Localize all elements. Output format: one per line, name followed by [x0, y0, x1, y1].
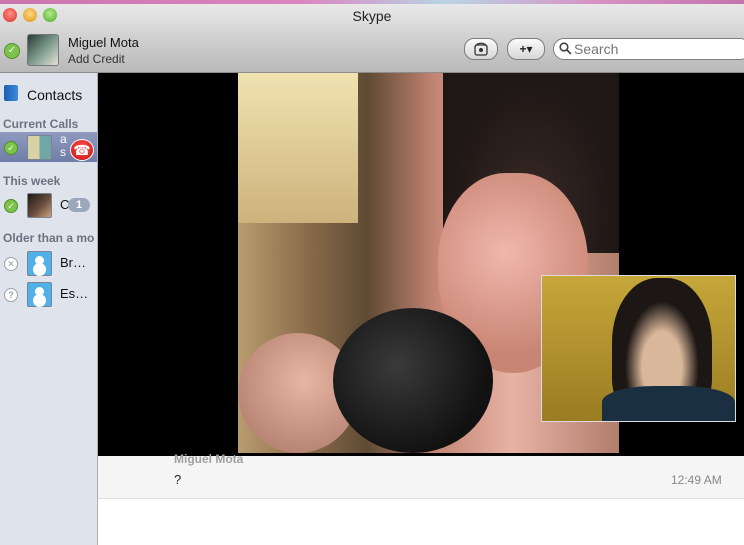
toolbar: ✓ Miguel Mota Add Credit +▾	[0, 32, 744, 73]
section-this-week: This week	[3, 174, 61, 188]
contacts-book-icon	[4, 85, 18, 101]
hangup-button[interactable]: ☎	[70, 139, 94, 161]
add-credit-link[interactable]: Add Credit	[68, 52, 125, 66]
checkmark-icon: ✓	[4, 141, 18, 155]
call-contact-name: a s	[60, 133, 67, 159]
conversation-name: Es…	[60, 286, 89, 301]
self-video-preview[interactable]	[541, 275, 736, 422]
message-text: ?	[174, 472, 182, 487]
chat-pane: Miguel Mota ? 12:49 AM	[98, 452, 744, 545]
older-conversation-item[interactable]: ✕ Br…	[0, 248, 97, 278]
section-older: Older than a mo	[3, 231, 95, 245]
add-contact-button[interactable]: +▾	[507, 38, 545, 60]
offline-status-icon: ✕	[4, 257, 18, 271]
message-sender: Miguel Mota	[174, 452, 244, 466]
video-call-area[interactable]	[98, 73, 744, 456]
sidebar-item-contacts[interactable]: Contacts	[0, 81, 97, 107]
phone-dial-icon	[474, 42, 488, 56]
hangup-icon: ☎	[73, 142, 91, 158]
avatar[interactable]	[27, 34, 59, 66]
avatar	[27, 193, 52, 218]
window-title: Skype	[352, 8, 392, 24]
call-phone-button[interactable]	[464, 38, 498, 60]
section-current-calls: Current Calls	[3, 117, 79, 131]
title-bar: Skype	[0, 0, 744, 32]
unread-badge: 1	[68, 198, 90, 212]
profile-name[interactable]: Miguel Mota	[68, 35, 139, 50]
recent-conversation-item[interactable]: ✓ C 1	[0, 190, 97, 220]
chat-message: Miguel Mota ? 12:49 AM	[98, 452, 744, 499]
desktop-strip	[0, 0, 744, 4]
current-call-item[interactable]: ✓ a s ☎	[0, 132, 97, 162]
online-status-icon[interactable]: ✓	[4, 43, 20, 59]
message-timestamp: 12:49 AM	[671, 473, 722, 487]
checkmark-icon: ✓	[4, 199, 18, 213]
search-icon	[559, 42, 572, 55]
avatar	[27, 135, 52, 160]
contacts-label: Contacts	[27, 87, 83, 103]
avatar	[27, 251, 52, 276]
search-input[interactable]	[574, 40, 744, 58]
avatar	[27, 282, 52, 307]
offline-status-icon: ?	[4, 288, 18, 302]
search-field[interactable]	[553, 38, 744, 60]
conversation-name: Br…	[60, 255, 86, 270]
older-conversation-item[interactable]: ? Es…	[0, 279, 97, 309]
sidebar: Contacts Current Calls ✓ a s ☎ This week…	[0, 73, 98, 545]
